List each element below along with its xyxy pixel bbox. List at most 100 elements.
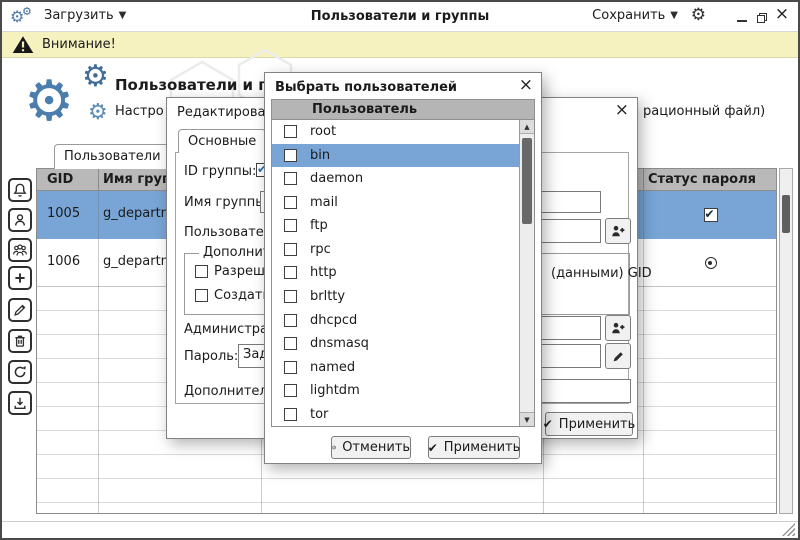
user-checkbox[interactable] <box>284 290 297 303</box>
user-row[interactable]: named <box>272 355 519 379</box>
user-checkbox[interactable] <box>284 408 297 421</box>
toolbar-edit-button[interactable] <box>8 298 32 322</box>
settings-gear-icon[interactable]: ⚙ <box>691 7 706 24</box>
user-name: lightdm <box>310 383 360 398</box>
titlebar: ⚙ ⚙ Загрузить ▼ Пользователи и группы Со… <box>2 2 798 32</box>
app-logo-gears-icon: ⚙ ⚙ ⚙ <box>24 58 119 143</box>
user-checkbox[interactable] <box>284 219 297 232</box>
password-status-radio[interactable] <box>705 257 717 269</box>
scroll-up-icon[interactable]: ▲ <box>520 120 534 134</box>
minimize-button[interactable] <box>734 10 750 26</box>
save-disk-icon <box>12 395 28 411</box>
toolbar-save-button[interactable] <box>8 391 32 415</box>
tab-users[interactable]: Пользователи <box>54 144 171 169</box>
user-checkbox[interactable] <box>284 243 297 256</box>
apply-check-icon: ✔ <box>428 442 438 454</box>
user-checkbox[interactable] <box>284 314 297 327</box>
statusbar-divider <box>2 521 798 522</box>
cancel-label: Отменить <box>342 440 410 455</box>
user-checkbox[interactable] <box>284 337 297 350</box>
user-row[interactable]: dnsmasq <box>272 332 519 356</box>
user-row[interactable]: brltty <box>272 285 519 309</box>
edit-password-button[interactable] <box>605 343 631 369</box>
user-name: rpc <box>310 242 331 257</box>
group-name-label: Имя группы: <box>184 195 270 210</box>
add-admins-button[interactable] <box>605 315 631 341</box>
cell-gid: 1006 <box>47 254 80 269</box>
user-icon <box>12 212 28 228</box>
column-divider <box>98 169 99 190</box>
app-gears-icon: ⚙ ⚙ <box>10 7 40 29</box>
toolbar-groups-button[interactable] <box>8 238 32 262</box>
maximize-button[interactable] <box>754 10 770 26</box>
user-row[interactable]: root <box>272 120 519 144</box>
tab-users-label: Пользователи <box>64 149 161 164</box>
table-scrollbar[interactable] <box>779 168 793 514</box>
apply-check-icon: ✔ <box>543 418 553 430</box>
user-name: bin <box>310 148 330 163</box>
warning-text: Внимание! <box>42 37 116 52</box>
user-row[interactable]: rpc <box>272 238 519 262</box>
app-window: ⚙ ⚙ Загрузить ▼ Пользователи и группы Со… <box>0 0 800 540</box>
page-subtitle-right: рационный файл) <box>643 104 765 119</box>
tab-basic[interactable]: Основные <box>178 129 266 153</box>
users-list-header: Пользователь <box>272 100 534 120</box>
user-row[interactable]: tor <box>272 402 519 426</box>
toolbar-delete-button[interactable] <box>8 329 32 353</box>
column-header-user[interactable]: Пользователь <box>312 102 417 117</box>
column-header-password-status[interactable]: Статус пароля <box>648 172 756 187</box>
close-button[interactable]: × <box>774 6 790 22</box>
toolbar-refresh-button[interactable] <box>8 360 32 384</box>
user-checkbox[interactable] <box>284 266 297 279</box>
refresh-icon <box>12 364 28 380</box>
scrollbar-thumb[interactable] <box>782 195 790 233</box>
apply-button[interactable]: ✔ Применить <box>428 436 520 459</box>
close-icon[interactable]: × <box>615 102 629 119</box>
cancel-button[interactable]: Отменить <box>331 436 411 459</box>
user-row[interactable]: lightdm <box>272 379 519 403</box>
user-checkbox[interactable] <box>284 149 297 162</box>
cell-gid: 1005 <box>47 206 80 221</box>
list-scrollbar[interactable]: ▲ ▼ <box>519 120 534 426</box>
close-icon[interactable]: × <box>519 77 533 94</box>
user-row[interactable]: ftp <box>272 214 519 238</box>
scroll-down-icon[interactable]: ▼ <box>520 412 534 426</box>
toolbar-notifications-button[interactable] <box>8 178 32 202</box>
save-menu-button[interactable]: Сохранить ▼ <box>592 8 678 23</box>
add-users-button[interactable] <box>605 218 631 244</box>
user-row[interactable]: bin <box>272 144 519 168</box>
column-header-gid[interactable]: GID <box>47 172 73 187</box>
password-status-checkbox[interactable] <box>704 208 718 222</box>
resize-grip[interactable] <box>782 523 795 536</box>
apply-button[interactable]: ✔ Применить <box>545 412 633 436</box>
toolbar-add-button[interactable] <box>8 266 32 290</box>
user-checkbox[interactable] <box>284 172 297 185</box>
chevron-down-icon: ▼ <box>119 11 127 21</box>
create-checkbox[interactable] <box>195 289 208 302</box>
load-menu-button[interactable]: Загрузить ▼ <box>44 8 126 23</box>
allow-checkbox[interactable] <box>195 265 208 278</box>
user-name: daemon <box>310 171 363 186</box>
cell-name: g_departm <box>103 206 173 221</box>
load-label: Загрузить <box>44 8 114 23</box>
user-row[interactable]: http <box>272 261 519 285</box>
edit-pencil-icon <box>611 349 626 364</box>
apply-label: Применить <box>444 440 520 455</box>
bell-icon <box>12 182 28 198</box>
save-label: Сохранить <box>592 8 665 23</box>
users-group-icon <box>12 242 28 258</box>
user-row[interactable]: mail <box>272 191 519 215</box>
user-row[interactable]: dhcpcd <box>272 308 519 332</box>
restore-icon <box>756 12 768 24</box>
user-checkbox[interactable] <box>284 196 297 209</box>
cell-name: g_departm <box>103 254 173 269</box>
user-checkbox[interactable] <box>284 125 297 138</box>
scrollbar-thumb[interactable] <box>522 138 532 224</box>
user-checkbox[interactable] <box>284 361 297 374</box>
column-divider <box>643 169 644 190</box>
cancel-icon <box>332 441 336 454</box>
user-checkbox[interactable] <box>284 384 297 397</box>
toolbar-user-button[interactable] <box>8 208 32 232</box>
user-row[interactable]: daemon <box>272 167 519 191</box>
user-name: root <box>310 124 336 139</box>
